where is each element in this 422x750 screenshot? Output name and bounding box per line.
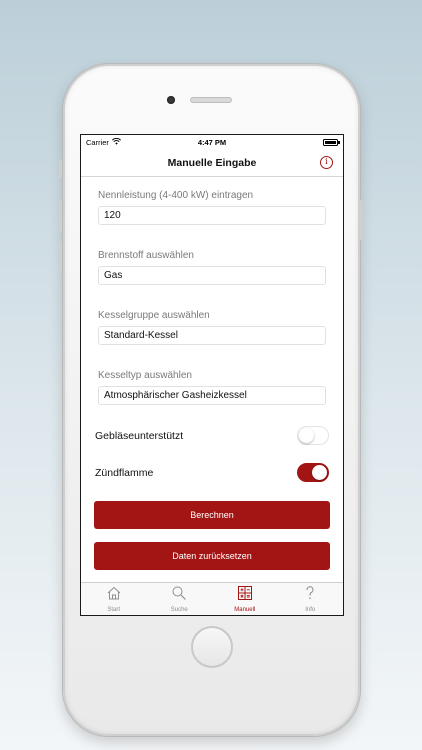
tab-manual[interactable]: Manuell	[212, 583, 278, 615]
search-icon	[171, 585, 187, 606]
phone-side-button	[59, 160, 62, 178]
fuel-field: Brennstoff auswählen Gas	[98, 250, 326, 285]
status-bar: Carrier 4:47 PM	[81, 135, 343, 149]
toggle-knob	[299, 428, 314, 443]
reset-button[interactable]: Daten zurücksetzen	[94, 542, 330, 570]
phone-volume-down	[59, 242, 62, 274]
tab-bar: Start Suche Manuell Info	[81, 582, 343, 615]
tab-label: Suche	[170, 607, 188, 613]
tab-label: Start	[107, 607, 121, 613]
boiler-type-select[interactable]: Atmosphärischer Gasheizkessel	[98, 386, 326, 405]
question-icon	[302, 585, 318, 606]
fan-assisted-label: Gebläseunterstützt	[95, 429, 184, 442]
calculator-icon	[237, 585, 253, 606]
boiler-group-field: Kesselgruppe auswählen Standard-Kessel	[98, 310, 326, 345]
earpiece-speaker	[190, 97, 232, 103]
power-field: Nennleistung (4-400 kW) eintragen 120	[98, 190, 326, 225]
fuel-select[interactable]: Gas	[98, 266, 326, 285]
boiler-group-select[interactable]: Standard-Kessel	[98, 326, 326, 345]
page-title: Manuelle Eingabe	[167, 156, 257, 169]
boiler-group-label: Kesselgruppe auswählen	[98, 310, 210, 321]
pilot-flame-row: Zündflamme	[95, 463, 329, 482]
power-label: Nennleistung (4-400 kW) eintragen	[98, 190, 254, 201]
tab-label: Manuell	[234, 607, 256, 613]
fan-assisted-row: Gebläseunterstützt	[95, 426, 329, 445]
info-icon[interactable]: i	[320, 156, 333, 169]
toggle-knob	[312, 465, 327, 480]
front-camera	[167, 96, 175, 104]
tab-start[interactable]: Start	[81, 583, 147, 615]
phone-volume-up	[59, 200, 62, 232]
battery-icon	[323, 138, 340, 146]
phone-power-button	[360, 200, 363, 240]
tab-info[interactable]: Info	[278, 583, 344, 615]
tab-label: Info	[305, 607, 316, 613]
fuel-label: Brennstoff auswählen	[98, 250, 194, 261]
pilot-flame-toggle[interactable]	[297, 463, 329, 482]
boiler-type-label: Kesseltyp auswählen	[98, 370, 192, 381]
pilot-flame-label: Zündflamme	[95, 466, 154, 479]
calculate-button[interactable]: Berechnen	[94, 501, 330, 529]
home-icon	[106, 585, 122, 606]
status-time: 4:47 PM	[197, 137, 227, 147]
navigation-bar: Manuelle Eingabe i	[81, 149, 343, 177]
app-screen: Carrier 4:47 PM Manuelle Eingabe i Nennl…	[80, 134, 344, 616]
boiler-type-field: Kesseltyp auswählen Atmosphärischer Gash…	[98, 370, 326, 405]
power-input[interactable]: 120	[98, 206, 326, 225]
form-content: Nennleistung (4-400 kW) eintragen 120 Br…	[81, 178, 343, 583]
tab-search[interactable]: Suche	[147, 583, 213, 615]
home-button[interactable]	[191, 626, 233, 668]
fan-assisted-toggle[interactable]	[297, 426, 329, 445]
